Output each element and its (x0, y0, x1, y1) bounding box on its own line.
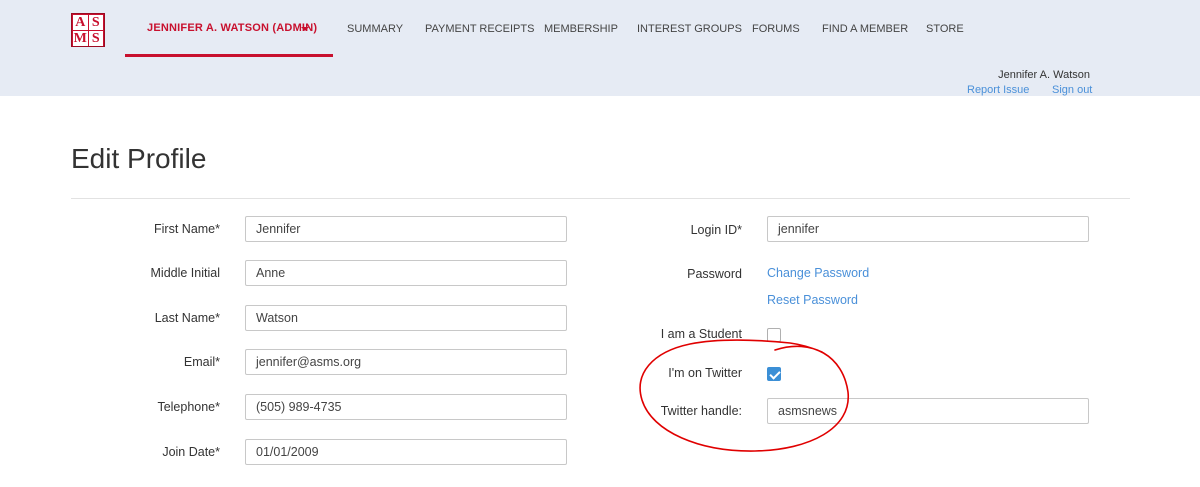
report-issue-link[interactable]: Report Issue (967, 84, 1029, 96)
nav-summary[interactable]: SUMMARY (347, 23, 403, 35)
nav-store[interactable]: STORE (926, 23, 964, 35)
chevron-down-icon (301, 27, 309, 31)
last-name-field[interactable]: Watson (245, 305, 567, 331)
nav-find-a-member[interactable]: FIND A MEMBER (822, 23, 908, 35)
logo-letter-m: M (73, 31, 88, 46)
admin-user-name: JENNIFER A. WATSON (ADMIN) (147, 22, 318, 34)
nav-payment-receipts[interactable]: PAYMENT RECEIPTS (425, 23, 534, 35)
nav-interest-groups[interactable]: INTEREST GROUPS (637, 23, 742, 35)
page-title: Edit Profile (71, 143, 207, 174)
email-field[interactable]: jennifer@asms.org (245, 349, 567, 375)
top-navigation-bar: A S M S JENNIFER A. WATSON (ADMIN) SUMMA… (0, 0, 1200, 96)
logo-letter-a: A (73, 15, 88, 30)
reset-password-link[interactable]: Reset Password (767, 293, 858, 307)
change-password-link[interactable]: Change Password (767, 266, 869, 280)
first-name-field[interactable]: Jennifer (245, 216, 567, 242)
join-date-label: Join Date* (162, 445, 220, 459)
admin-user-menu[interactable]: JENNIFER A. WATSON (ADMIN) (125, 0, 333, 57)
email-label: Email* (183, 355, 220, 369)
sign-out-link[interactable]: Sign out (1052, 84, 1092, 96)
login-id-field[interactable]: jennifer (767, 216, 1089, 242)
logo-letter-s2: S (88, 31, 103, 46)
telephone-field[interactable]: (505) 989-4735 (245, 394, 567, 420)
asms-logo[interactable]: A S M S (71, 13, 105, 47)
twitter-handle-field[interactable]: asmsnews (767, 398, 1089, 424)
middle-initial-field[interactable]: Anne (245, 260, 567, 286)
join-date-field[interactable]: 01/01/2009 (245, 439, 567, 465)
last-name-label: Last Name* (154, 311, 220, 325)
login-id-label: Login ID* (690, 223, 742, 237)
student-label: I am a Student (660, 327, 742, 341)
nav-membership[interactable]: MEMBERSHIP (544, 23, 618, 35)
student-checkbox[interactable] (767, 328, 781, 342)
twitter-label: I'm on Twitter (668, 366, 742, 380)
twitter-checkbox[interactable] (767, 367, 781, 381)
password-label: Password (687, 267, 742, 281)
logo-letter-s: S (88, 15, 103, 30)
title-divider (71, 198, 1130, 199)
telephone-label: Telephone* (157, 400, 220, 414)
first-name-label: First Name* (154, 222, 220, 236)
nav-forums[interactable]: FORUMS (752, 23, 800, 35)
middle-initial-label: Middle Initial (150, 266, 220, 280)
signed-in-user-name: Jennifer A. Watson (998, 69, 1090, 81)
twitter-handle-label: Twitter handle: (660, 404, 742, 418)
